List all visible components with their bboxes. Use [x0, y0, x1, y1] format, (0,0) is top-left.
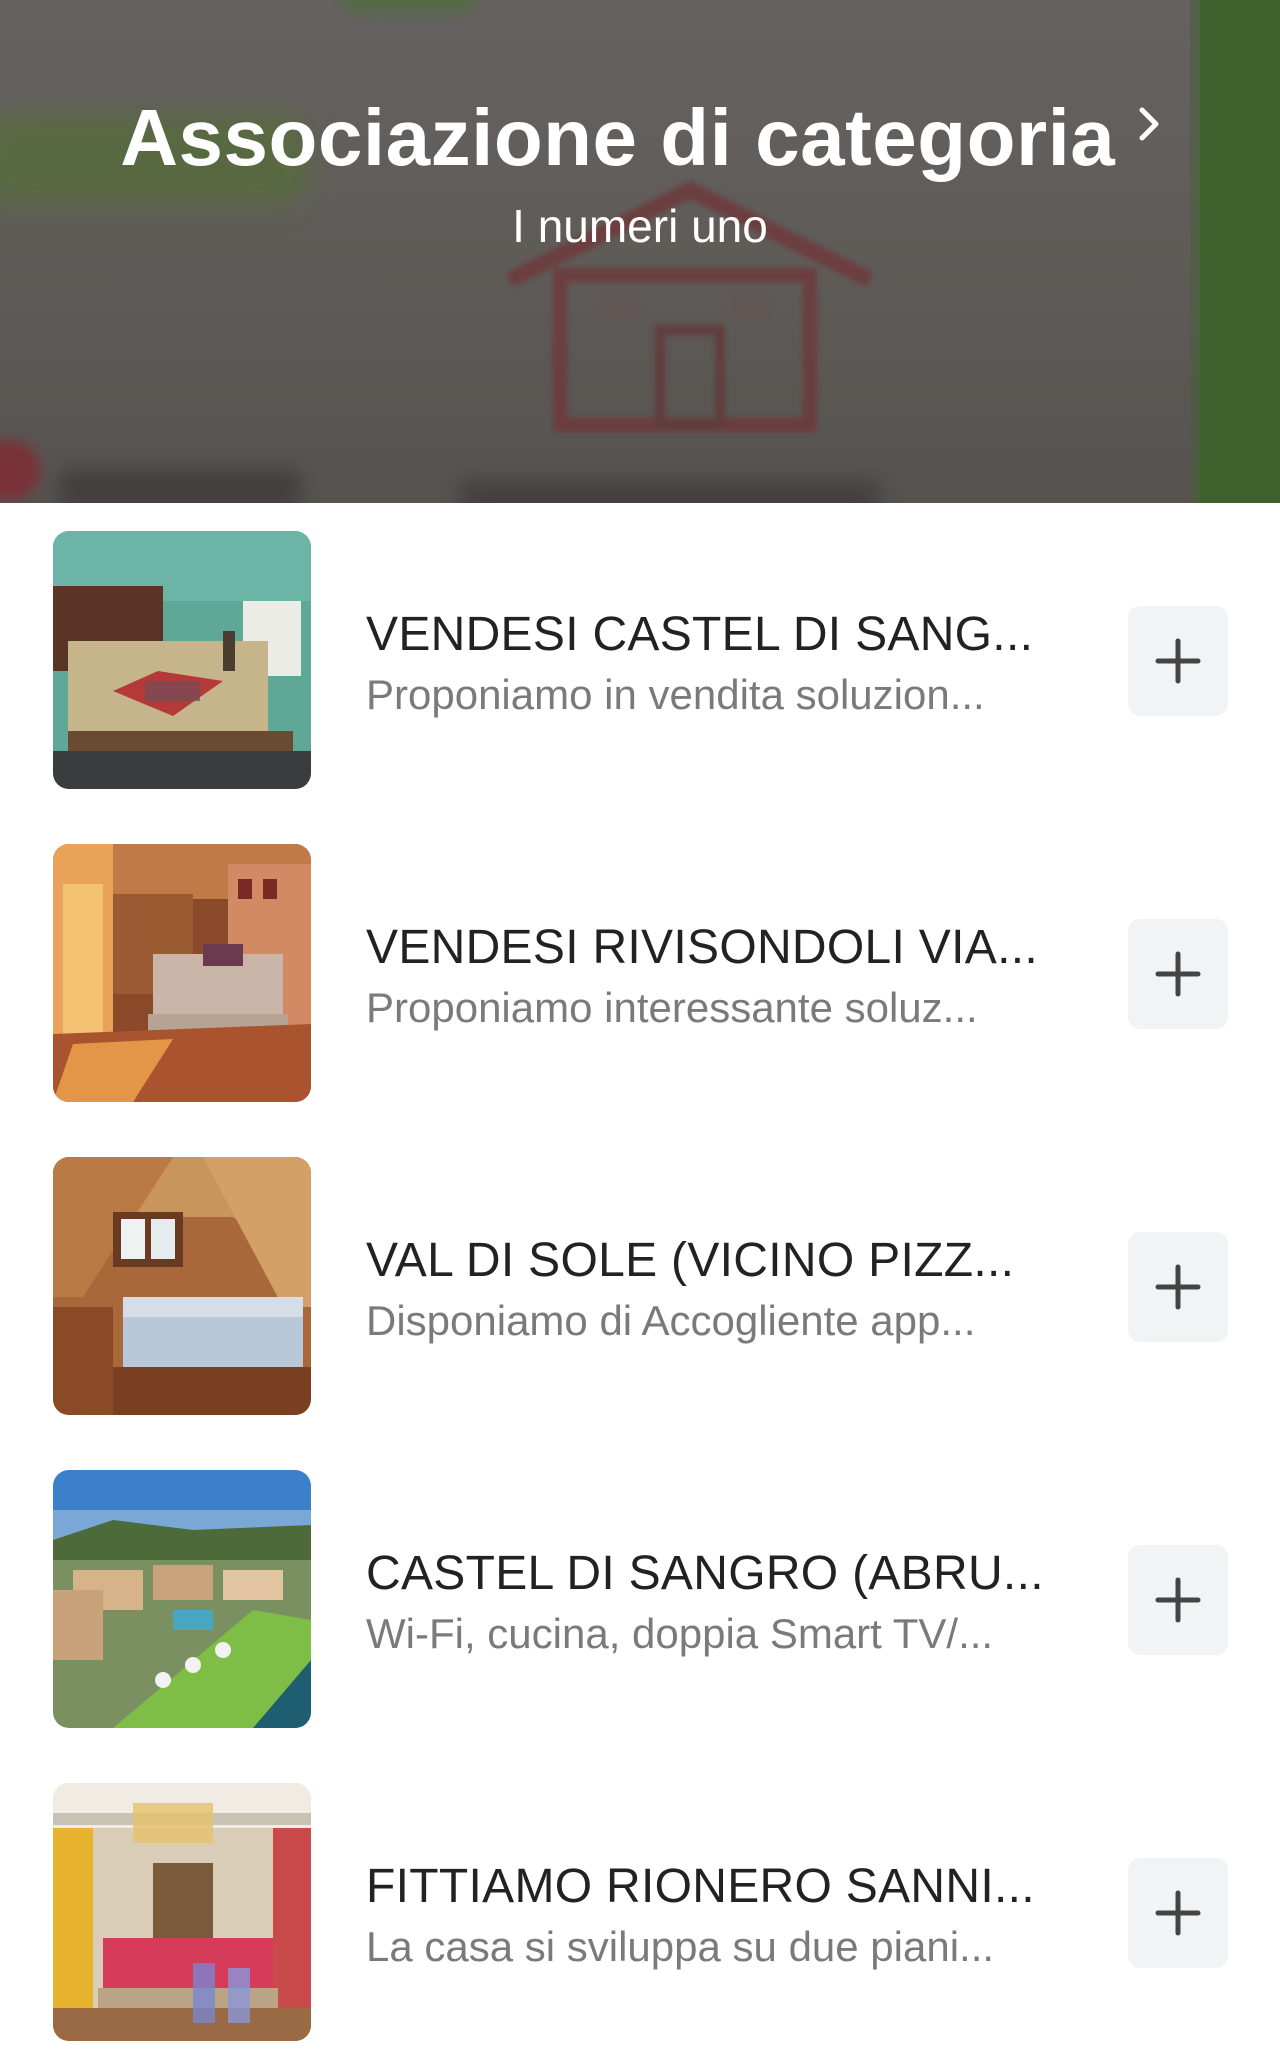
list-item-text: VAL DI SOLE (VICINO PIZZ... Disponiamo d… [366, 1231, 1056, 1349]
listing-title: CASTEL DI SANGRO (ABRU... [366, 1547, 1044, 1600]
listing-description: Disponiamo di Accogliente app... [366, 1297, 976, 1344]
listing-description: Wi-Fi, cucina, doppia Smart TV/... [366, 1610, 994, 1657]
screen: Associazione di categoria I numeri uno V… [0, 0, 1280, 2071]
list-item[interactable]: VENDESI RIVISONDOLI VIA... Proponiamo in… [0, 816, 1280, 1129]
list-item[interactable]: VENDESI CASTEL DI SANG... Proponiamo in … [0, 503, 1280, 816]
listing-thumbnail[interactable] [53, 1157, 311, 1415]
listing-title: VENDESI CASTEL DI SANG... [366, 608, 1034, 661]
listing-list: VENDESI CASTEL DI SANG... Proponiamo in … [0, 503, 1280, 2068]
listing-title: VAL DI SOLE (VICINO PIZZ... [366, 1234, 1015, 1287]
chevron-right-icon [1139, 107, 1159, 141]
list-item-text: CASTEL DI SANGRO (ABRU... Wi-Fi, cucina,… [366, 1544, 1056, 1662]
list-item-text: VENDESI RIVISONDOLI VIA... Proponiamo in… [366, 918, 1056, 1036]
listing-title: VENDESI RIVISONDOLI VIA... [366, 921, 1038, 974]
list-item-text: VENDESI CASTEL DI SANG... Proponiamo in … [366, 605, 1056, 723]
list-item-text: FITTIAMO RIONERO SANNI... La casa si svi… [366, 1857, 1056, 1975]
listing-thumbnail[interactable] [53, 1470, 311, 1728]
list-item[interactable]: FITTIAMO RIONERO SANNI... La casa si svi… [0, 1755, 1280, 2068]
page-title: Associazione di categoria [120, 93, 1116, 182]
plus-icon [1155, 1890, 1201, 1936]
list-item[interactable]: VAL DI SOLE (VICINO PIZZ... Disponiamo d… [0, 1129, 1280, 1442]
add-button[interactable] [1128, 1232, 1228, 1342]
add-button[interactable] [1128, 1545, 1228, 1655]
listing-title: FITTIAMO RIONERO SANNI... [366, 1860, 1035, 1913]
header-title-row[interactable]: Associazione di categoria [0, 90, 1280, 186]
add-button[interactable] [1128, 1858, 1228, 1968]
listing-description: Proponiamo interessante soluz... [366, 984, 978, 1031]
listing-thumbnail[interactable] [53, 1783, 311, 2041]
page-subtitle: I numeri uno [512, 200, 768, 252]
add-button[interactable] [1128, 606, 1228, 716]
list-item[interactable]: CASTEL DI SANGRO (ABRU... Wi-Fi, cucina,… [0, 1442, 1280, 1755]
listing-description: La casa si sviluppa su due piani... [366, 1923, 995, 1970]
listing-description: Proponiamo in vendita soluzion... [366, 671, 985, 718]
plus-icon [1155, 1577, 1201, 1623]
plus-icon [1155, 951, 1201, 997]
listing-thumbnail[interactable] [53, 844, 311, 1102]
plus-icon [1155, 638, 1201, 684]
plus-icon [1155, 1264, 1201, 1310]
add-button[interactable] [1128, 919, 1228, 1029]
category-header[interactable]: Associazione di categoria I numeri uno [0, 0, 1280, 503]
listing-thumbnail[interactable] [53, 531, 311, 789]
